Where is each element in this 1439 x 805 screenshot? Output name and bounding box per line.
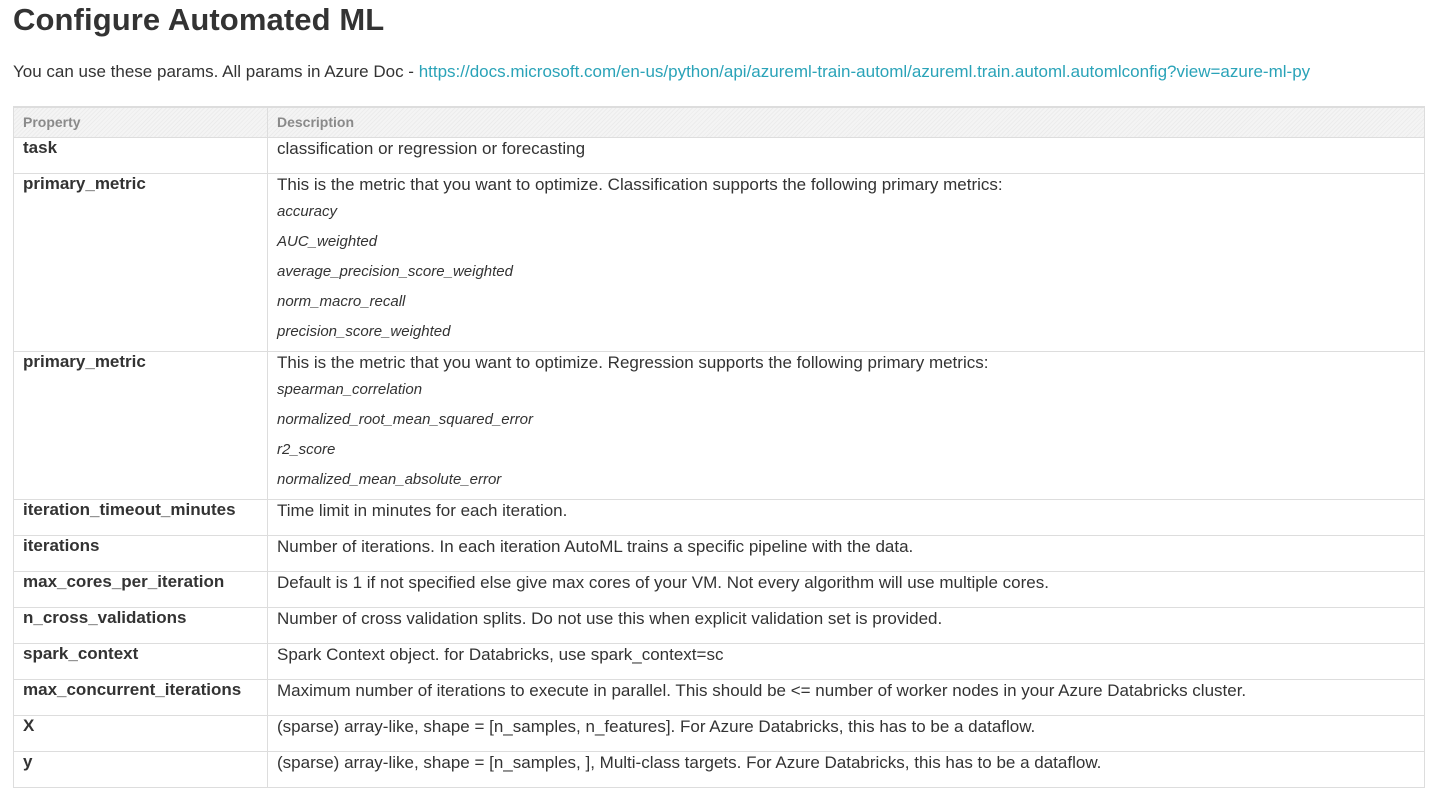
metric-item: norm_macro_recall <box>277 293 406 310</box>
metric-list: spearman_correlation normalized_root_mea… <box>277 375 1415 495</box>
table-row: iteration_timeout_minutes Time limit in … <box>13 499 1425 536</box>
property-name: task <box>13 137 268 174</box>
metric-item: AUC_weighted <box>277 233 378 250</box>
property-description: classification or regression or forecast… <box>267 137 1425 174</box>
property-name: iteration_timeout_minutes <box>13 499 268 536</box>
metric-item: precision_score_weighted <box>277 323 451 340</box>
azure-doc-link[interactable]: https://docs.microsoft.com/en-us/python/… <box>419 62 1310 81</box>
table-row: primary_metric This is the metric that y… <box>13 173 1425 352</box>
property-description: This is the metric that you want to opti… <box>277 175 1003 194</box>
property-name: n_cross_validations <box>13 607 268 644</box>
table-row: max_concurrent_iterations Maximum number… <box>13 679 1425 716</box>
metric-item: average_precision_score_weighted <box>277 263 513 280</box>
header-property: Property <box>13 106 268 138</box>
property-description: Spark Context object. for Databricks, us… <box>267 643 1425 680</box>
property-name: primary_metric <box>13 173 268 352</box>
property-name: y <box>13 751 268 788</box>
table-row: X (sparse) array-like, shape = [n_sample… <box>13 715 1425 752</box>
property-description: Maximum number of iterations to execute … <box>267 679 1425 716</box>
table-row: y (sparse) array-like, shape = [n_sample… <box>13 751 1425 788</box>
document-page: Configure Automated ML You can use these… <box>0 0 1439 805</box>
page-title: Configure Automated ML <box>13 2 385 37</box>
property-description: This is the metric that you want to opti… <box>277 353 989 372</box>
table-row: spark_context Spark Context object. for … <box>13 643 1425 680</box>
params-table: Property Description task classification… <box>13 106 1425 788</box>
property-name: iterations <box>13 535 268 572</box>
property-name: max_concurrent_iterations <box>13 679 268 716</box>
property-description: (sparse) array-like, shape = [n_samples,… <box>267 751 1425 788</box>
table-row: max_cores_per_iteration Default is 1 if … <box>13 571 1425 608</box>
property-description-cell: This is the metric that you want to opti… <box>267 351 1425 500</box>
property-description: Number of cross validation splits. Do no… <box>267 607 1425 644</box>
metric-item: normalized_mean_absolute_error <box>277 471 502 488</box>
table-row: n_cross_validations Number of cross vali… <box>13 607 1425 644</box>
property-name: X <box>13 715 268 752</box>
property-description: Number of iterations. In each iteration … <box>267 535 1425 572</box>
intro-paragraph: You can use these params. All params in … <box>13 62 1310 82</box>
header-description: Description <box>267 106 1425 138</box>
metric-list: accuracy AUC_weighted average_precision_… <box>277 197 1415 347</box>
metric-item: spearman_correlation <box>277 381 423 398</box>
metric-item: accuracy <box>277 203 338 220</box>
table-row: primary_metric This is the metric that y… <box>13 351 1425 500</box>
property-description-cell: This is the metric that you want to opti… <box>267 173 1425 352</box>
property-description: Time limit in minutes for each iteration… <box>267 499 1425 536</box>
property-name: max_cores_per_iteration <box>13 571 268 608</box>
table-row: task classification or regression or for… <box>13 137 1425 174</box>
metric-item: r2_score <box>277 441 336 458</box>
property-name: spark_context <box>13 643 268 680</box>
intro-text: You can use these params. All params in … <box>13 62 419 81</box>
property-description: Default is 1 if not specified else give … <box>267 571 1425 608</box>
table-row: iterations Number of iterations. In each… <box>13 535 1425 572</box>
property-description: (sparse) array-like, shape = [n_samples,… <box>267 715 1425 752</box>
property-name: primary_metric <box>13 351 268 500</box>
table-header-row: Property Description <box>13 106 1425 138</box>
metric-item: normalized_root_mean_squared_error <box>277 411 533 428</box>
